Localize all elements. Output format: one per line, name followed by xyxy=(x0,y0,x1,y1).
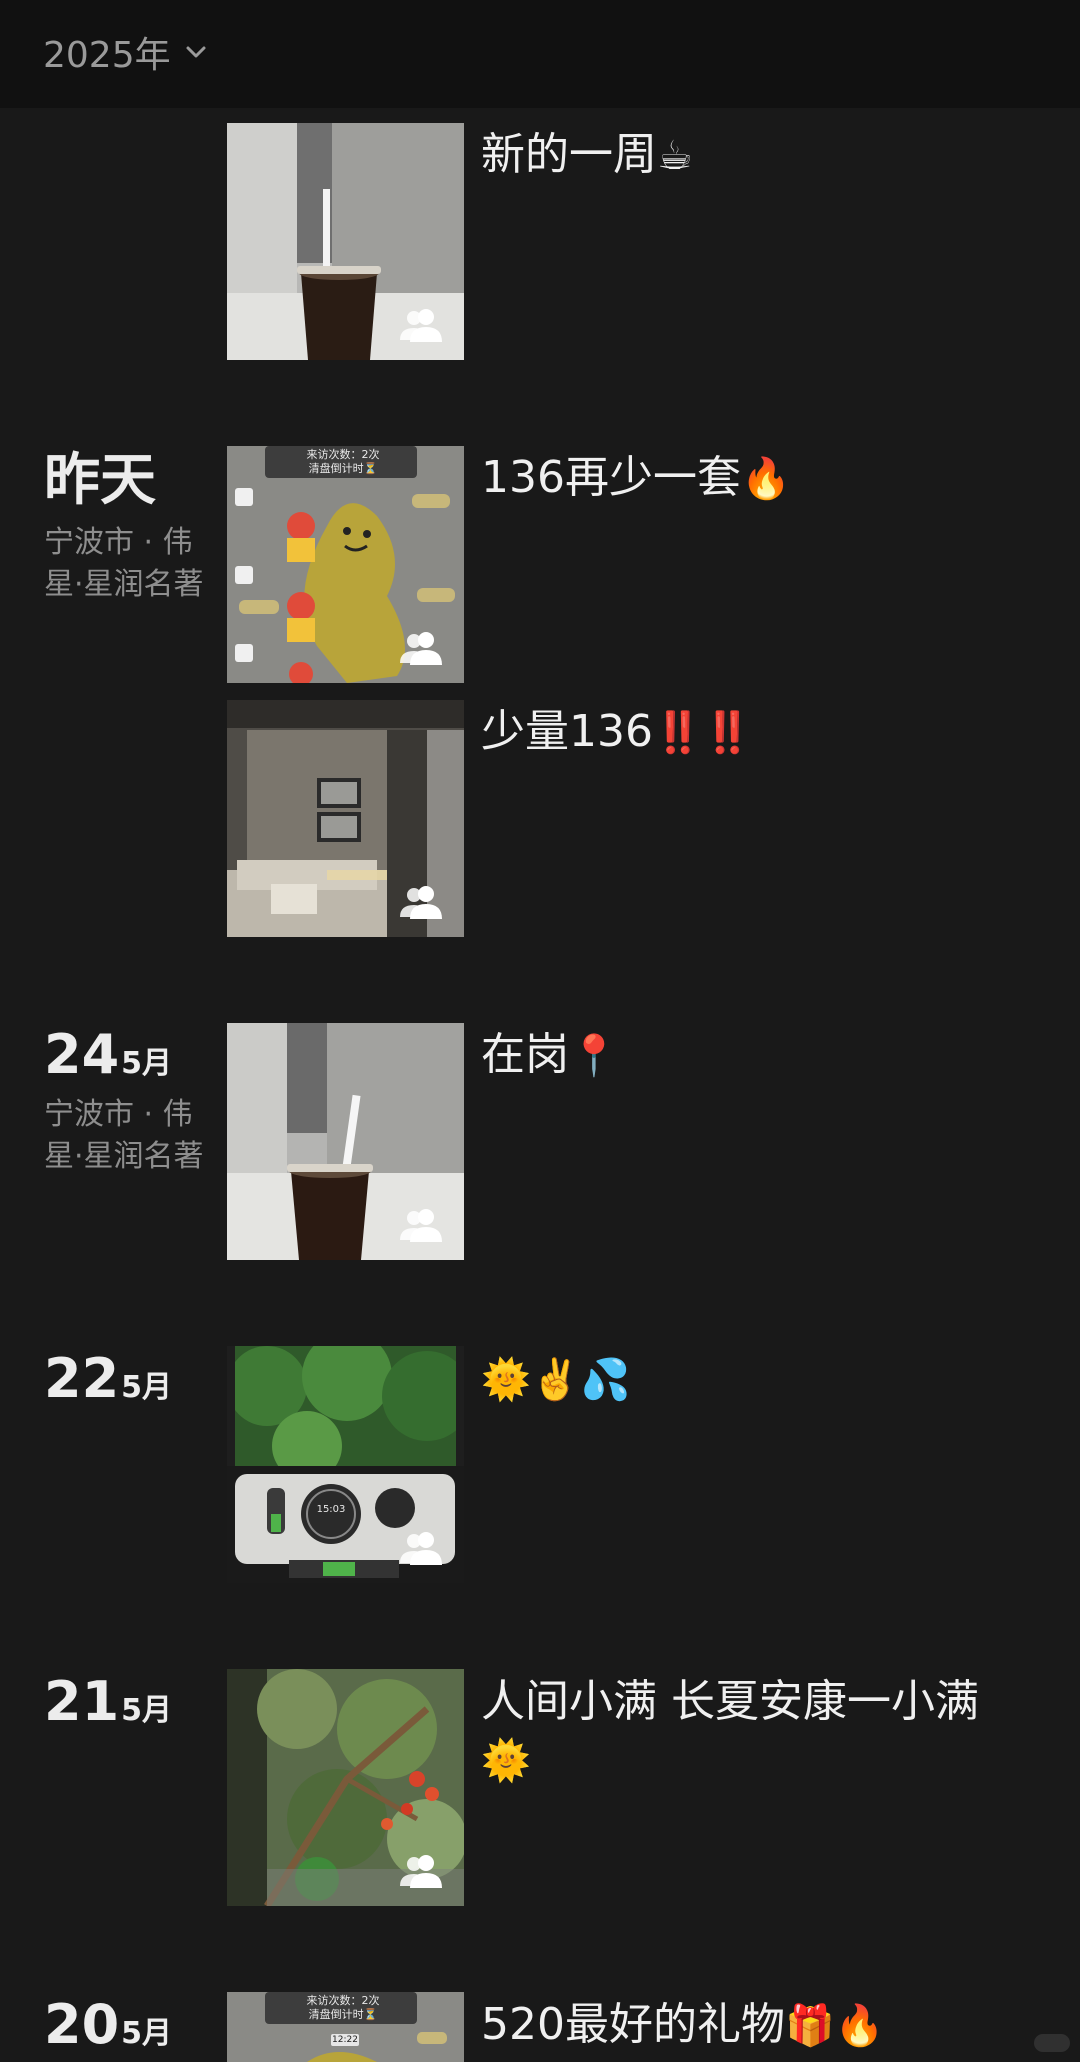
day-number: 20 xyxy=(44,1993,120,2056)
day-number: 24 xyxy=(44,1023,120,1086)
photo-thumbnail-screenshot[interactable]: 来访次数：2次 清盘倒计时⏳ xyxy=(227,446,464,683)
year-label: 2025年 xyxy=(43,35,171,76)
caption-emoji: 📍 xyxy=(569,1033,619,1079)
overlay-line2: 清盘倒计时⏳ xyxy=(308,462,378,475)
overlay-time: 12:22 xyxy=(332,2035,358,2045)
caption-text: 人间小满 长夏安康一小满 xyxy=(481,1676,979,1727)
post-caption[interactable]: 520最好的礼物🎁🔥 xyxy=(481,1996,1041,2055)
post-caption[interactable]: 🌞✌️💦 xyxy=(481,1350,1041,1409)
caption-emoji: ‼️‼️ xyxy=(652,710,753,756)
overlay-line2: 清盘倒计时⏳ xyxy=(308,2008,378,2021)
screenshot-overlay-text: 来访次数：2次 清盘倒计时⏳ xyxy=(267,1994,419,2022)
post-caption[interactable]: 少量136‼️‼️ xyxy=(481,703,1041,762)
photo-thumbnail-screenshot-2[interactable]: 来访次数：2次 清盘倒计时⏳ 12:22 xyxy=(227,1992,464,2062)
month-label: 5月 xyxy=(121,1370,173,1405)
caption-text: 136再少一套 xyxy=(481,452,741,503)
year-selector[interactable]: 2025年 xyxy=(43,24,209,80)
date-group-20: 205月 xyxy=(44,1992,204,2058)
top-bar: 2025年 xyxy=(0,0,1080,108)
date-group-21: 215月 xyxy=(44,1669,204,1735)
post-caption[interactable]: 新的一周☕ xyxy=(481,126,1041,185)
post-caption[interactable]: 人间小满 长夏安康一小满 🌞 xyxy=(481,1673,1041,1790)
friends-visible-icon xyxy=(398,1852,444,1892)
screenshot-overlay-text: 来访次数：2次 清盘倒计时⏳ xyxy=(267,448,419,476)
location-label[interactable]: 宁波市 · 伟星·星润名著 xyxy=(44,1094,204,1178)
date-group-yesterday: 昨天 宁波市 · 伟星·星润名著 xyxy=(44,446,204,606)
caption-text: 520最好的礼物 xyxy=(481,1999,785,2050)
watermark xyxy=(1034,2034,1070,2052)
friends-visible-icon xyxy=(398,883,444,923)
treadmill-time: 15:03 xyxy=(316,1504,346,1515)
caption-emoji: 🔥 xyxy=(740,456,791,502)
caption-text: 新的一周 xyxy=(481,129,657,180)
month-label: 5月 xyxy=(121,1693,173,1728)
date-group-22: 225月 xyxy=(44,1346,204,1412)
caption-emoji: ☕ xyxy=(657,133,693,179)
overlay-line1: 来访次数：2次 xyxy=(306,1994,380,2007)
date-label: 昨天 xyxy=(44,448,156,513)
friends-visible-icon xyxy=(398,629,444,669)
overlay-line1: 来访次数：2次 xyxy=(306,448,380,461)
photo-thumbnail-pomegranate[interactable] xyxy=(227,1669,464,1906)
caption-emoji: 🌞✌️💦 xyxy=(481,1357,631,1403)
caption-text: 少量136 xyxy=(481,706,653,757)
caption-emoji: 🌞 xyxy=(481,1738,531,1784)
friends-visible-icon xyxy=(398,1206,444,1246)
chevron-down-icon xyxy=(183,39,209,65)
day-number: 22 xyxy=(44,1347,120,1410)
friends-visible-icon xyxy=(398,306,444,346)
photo-thumbnail-treadmill[interactable]: 15:03 xyxy=(227,1346,464,1583)
friends-visible-icon xyxy=(398,1529,444,1569)
photo-thumbnail-coffee-2[interactable] xyxy=(227,1023,464,1260)
day-number: 21 xyxy=(44,1670,120,1733)
date-group-24: 245月 宁波市 · 伟星·星润名著 xyxy=(44,1022,204,1178)
post-caption[interactable]: 在岗📍 xyxy=(481,1026,1041,1085)
location-label[interactable]: 宁波市 · 伟星·星润名著 xyxy=(44,522,204,606)
caption-emoji: 🎁🔥 xyxy=(784,2003,885,2049)
photo-thumbnail-room[interactable] xyxy=(227,700,464,937)
post-caption[interactable]: 136再少一套🔥 xyxy=(481,449,1041,508)
month-label: 5月 xyxy=(121,1046,173,1081)
photo-thumbnail-coffee-1[interactable] xyxy=(227,123,464,360)
month-label: 5月 xyxy=(121,2016,173,2051)
caption-text: 在岗 xyxy=(481,1029,569,1080)
